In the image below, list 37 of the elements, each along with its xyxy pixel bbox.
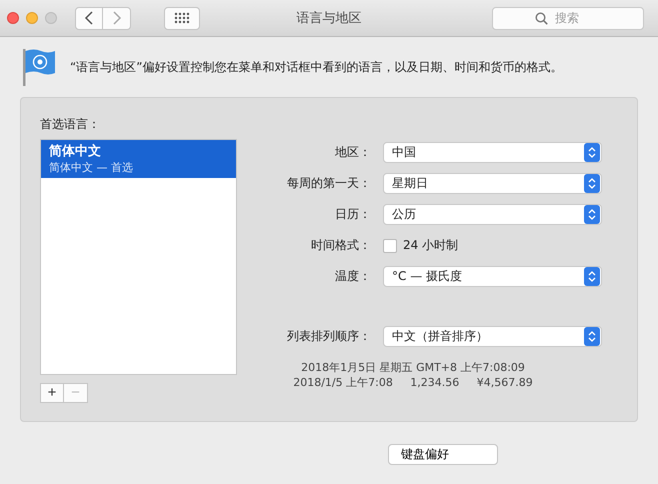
- popup-button[interactable]: 中文（拼音排序）: [383, 326, 602, 347]
- minimize-button[interactable]: [26, 12, 38, 24]
- stepper-icon: [584, 267, 600, 286]
- add-button[interactable]: +: [40, 383, 64, 403]
- description-text: “语言与地区”偏好设置控制您在菜单和对话框中看到的语言，以及日期、时间和货币的格式。: [70, 58, 562, 76]
- search-icon: [535, 12, 548, 24]
- popup-button[interactable]: 星期日: [383, 173, 602, 194]
- chevron-left-icon: [84, 11, 94, 25]
- keyboard-preferences-button[interactable]: 键盘偏好: [388, 444, 498, 465]
- window-title: 语言与地区: [296, 10, 362, 27]
- setting-label: 地区：: [334, 144, 372, 161]
- popup-button[interactable]: 中国: [383, 142, 602, 163]
- format-sample: 2018/1/5 上午7:08 1,234.56 ¥4,567.89: [293, 375, 533, 390]
- checkbox-label: 24 小时制: [403, 237, 458, 254]
- list-label: 首选语言：: [40, 116, 101, 133]
- setting-label: 每周的第一天：: [286, 175, 372, 192]
- stepper-icon: [584, 143, 600, 162]
- grid-icon: [174, 12, 190, 24]
- flag-icon: [22, 47, 56, 87]
- checkbox[interactable]: [383, 238, 397, 252]
- stepper-icon: [584, 205, 600, 224]
- setting-label: 时间格式：: [310, 237, 372, 254]
- zoom-button[interactable]: [45, 12, 57, 24]
- stepper-icon: [584, 174, 600, 193]
- back-button[interactable]: [75, 6, 103, 30]
- setting-label: 日历：: [334, 206, 372, 223]
- format-sample: 2018年1月5日 星期五 GMT+8 上午7:08:09: [301, 360, 525, 375]
- close-button[interactable]: [7, 12, 19, 24]
- show-all-button[interactable]: [164, 6, 200, 30]
- popup-button[interactable]: 公历: [383, 204, 602, 225]
- stepper-icon: [584, 327, 600, 346]
- setting-label: 温度：: [334, 268, 372, 285]
- setting-label: 列表排列顺序：: [286, 328, 372, 345]
- search-field[interactable]: 搜索: [492, 6, 644, 30]
- chevron-right-icon: [112, 11, 122, 25]
- language-item[interactable]: 简体中文 简体中文 — 首选: [41, 140, 236, 178]
- popup-button[interactable]: °C — 摄氏度: [383, 266, 602, 287]
